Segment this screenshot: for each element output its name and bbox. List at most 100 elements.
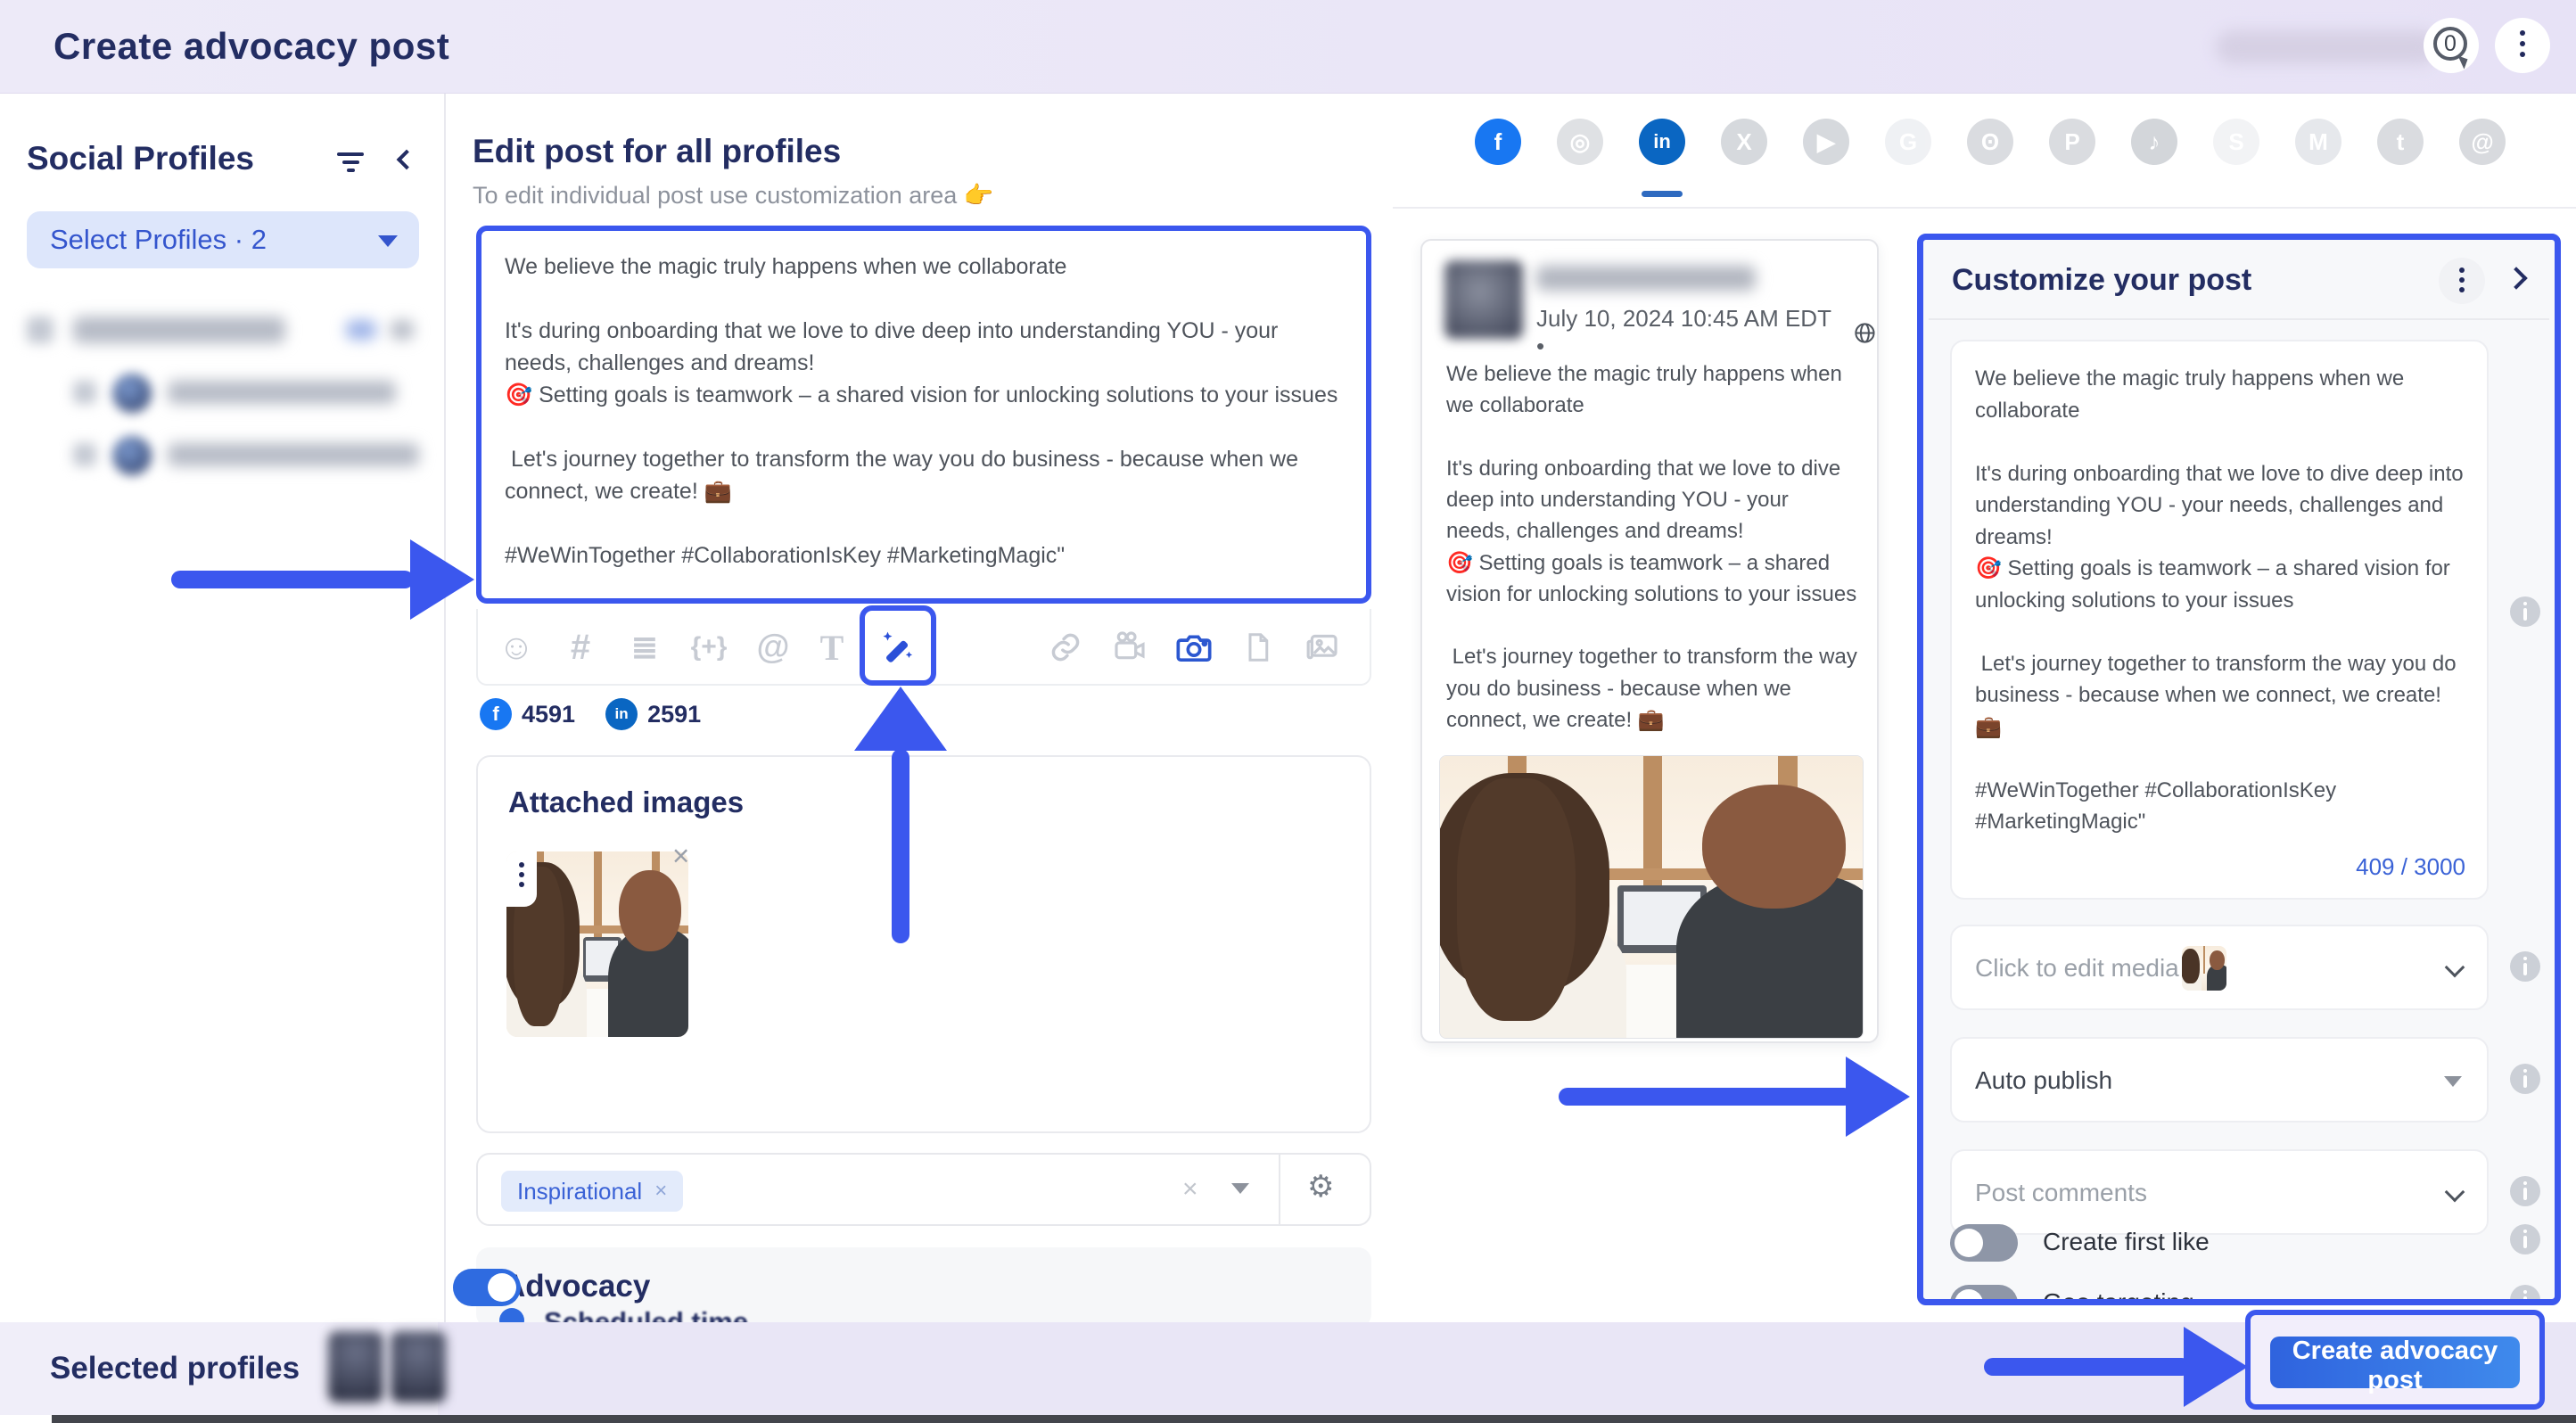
info-icon[interactable]: [2510, 596, 2540, 627]
editor-subtitle: To edit individual post use customizatio…: [473, 181, 993, 210]
active-tab-underline: [1642, 191, 1683, 197]
collapse-sidebar-icon[interactable]: [397, 150, 417, 170]
info-icon[interactable]: [2510, 1224, 2540, 1254]
editor-toolbar: ☺ # ≣ {+} @ T: [476, 609, 1371, 686]
tags-chevron-down-icon[interactable]: [1231, 1183, 1249, 1194]
divider: [1279, 1155, 1280, 1224]
mention-icon[interactable]: @: [747, 609, 799, 686]
geo-targeting-row: Geo targeting: [1950, 1285, 2489, 1305]
customize-menu-button[interactable]: [2439, 258, 2485, 304]
tag-settings-gear-icon[interactable]: ⚙: [1307, 1169, 1334, 1205]
clear-tags-icon[interactable]: ×: [1182, 1174, 1198, 1205]
facebook-char-count: f 4591: [480, 698, 575, 730]
link-icon[interactable]: [1040, 609, 1091, 686]
create-advocacy-post-page: Create advocacy post 0 Social Profiles S…: [0, 0, 2576, 1423]
network-facebook-icon[interactable]: f: [1475, 119, 1521, 165]
info-icon[interactable]: [2510, 951, 2540, 982]
network-linkedin-icon[interactable]: in: [1639, 119, 1685, 165]
emoji-icon[interactable]: ☺: [490, 609, 542, 686]
annotation-arrow-create-button: [1984, 1327, 2248, 1407]
chevron-down-icon: [378, 235, 398, 247]
remove-image-button[interactable]: ×: [672, 839, 689, 873]
create-first-like-row: Create first like: [1950, 1224, 2489, 1265]
advocacy-toggle[interactable]: [453, 1269, 521, 1306]
profile-row-blurred[interactable]: [0, 434, 446, 488]
chevron-down-icon: [2445, 958, 2465, 978]
linkedin-icon: in: [605, 698, 638, 730]
profile-name-blurred: [1536, 266, 1756, 291]
tag-chip-close-icon[interactable]: ×: [654, 1179, 667, 1204]
network-instagram-icon[interactable]: ◎: [1557, 119, 1603, 165]
info-icon[interactable]: [2510, 1285, 2540, 1305]
advocacy-label: Advocacy: [503, 1269, 650, 1304]
video-icon[interactable]: [1104, 609, 1156, 686]
tag-chip-inspirational[interactable]: Inspirational ×: [501, 1171, 683, 1212]
media-mini-thumbnail: [2182, 946, 2226, 991]
network-youtube-icon[interactable]: ▶: [1803, 119, 1849, 165]
media-library-icon[interactable]: [1296, 609, 1348, 686]
profile-row-blurred[interactable]: [0, 372, 446, 425]
profile-group-row-blurred[interactable]: [0, 309, 446, 363]
avatar-blurred: [1444, 260, 1523, 339]
create-button-highlight-box: Create advocacy post: [2245, 1310, 2545, 1410]
annotation-arrow-post-text: [171, 539, 474, 620]
auto-publish-label: Auto publish: [1975, 1066, 2112, 1095]
post-text-input[interactable]: We believe the magic truly happens when …: [476, 226, 1371, 604]
workspace-name-blurred: [2216, 30, 2439, 64]
facebook-icon: f: [480, 698, 512, 730]
network-tumblr-icon[interactable]: t: [2377, 119, 2424, 165]
divider: [1929, 318, 2549, 320]
notifications-button[interactable]: 0: [2424, 18, 2479, 73]
text-style-icon[interactable]: T: [806, 609, 858, 686]
collapse-panel-icon[interactable]: [2505, 267, 2527, 289]
camera-icon[interactable]: [1168, 609, 1220, 686]
snippet-icon[interactable]: ≣: [619, 609, 671, 686]
globe-icon: [1853, 321, 1877, 345]
network-tiktok-icon[interactable]: ♪: [2131, 119, 2177, 165]
linkedin-char-count: in 2591: [605, 698, 701, 730]
image-options-button[interactable]: [506, 851, 537, 907]
document-icon[interactable]: [1232, 609, 1284, 686]
create-first-like-toggle[interactable]: [1950, 1224, 2018, 1262]
network-snapchat-icon[interactable]: S: [2213, 119, 2259, 165]
annotation-arrow-customize-panel: [1559, 1057, 1910, 1137]
header-menu-button[interactable]: [2495, 18, 2550, 73]
magic-wand-icon: [877, 625, 918, 666]
linkedin-count-value: 2591: [647, 701, 701, 728]
info-icon[interactable]: [2510, 1176, 2540, 1206]
create-first-like-label: Create first like: [2043, 1228, 2210, 1256]
customize-post-text-input[interactable]: We believe the magic truly happens when …: [1950, 340, 2489, 900]
kebab-icon: [2520, 30, 2525, 36]
network-reddit-icon[interactable]: ʘ: [1967, 119, 2013, 165]
create-advocacy-post-button[interactable]: Create advocacy post: [2270, 1337, 2520, 1388]
caret-down-icon: [2444, 1076, 2462, 1087]
network-x-icon[interactable]: X: [1721, 119, 1767, 165]
tag-select-bar[interactable]: Inspirational × × ⚙: [476, 1153, 1371, 1226]
geo-targeting-toggle[interactable]: [1950, 1285, 2018, 1305]
app-header: Create advocacy post 0: [0, 0, 2576, 94]
edit-media-row[interactable]: Click to edit media: [1950, 925, 2489, 1010]
filter-icon[interactable]: [337, 152, 364, 172]
attached-images-title: Attached images: [508, 786, 744, 819]
network-medium-icon[interactable]: M: [2295, 119, 2341, 165]
post-comments-dropdown[interactable]: Post comments: [1950, 1149, 2489, 1235]
ai-assistant-button[interactable]: [860, 605, 936, 686]
annotation-arrow-ai-button: [854, 687, 947, 945]
info-icon[interactable]: [2510, 1064, 2540, 1094]
variable-icon[interactable]: {+}: [683, 609, 735, 686]
kebab-icon: [519, 862, 524, 868]
post-date: July 10, 2024 10:45 AM EDT •: [1536, 305, 1877, 360]
select-profiles-label: Select Profiles · 2: [50, 224, 267, 256]
network-google-business-icon[interactable]: G: [1885, 119, 1931, 165]
customize-title: Customize your post: [1952, 263, 2251, 298]
hashtag-icon[interactable]: #: [555, 609, 606, 686]
attached-image-thumbnail[interactable]: [506, 851, 688, 1037]
tag-chip-label: Inspirational: [517, 1178, 642, 1205]
auto-publish-dropdown[interactable]: Auto publish: [1950, 1037, 2489, 1123]
network-pinterest-icon[interactable]: P: [2049, 119, 2095, 165]
facebook-count-value: 4591: [522, 701, 575, 728]
chevron-down-icon: [2445, 1182, 2465, 1203]
bottom-scrollbar[interactable]: [52, 1415, 2576, 1423]
select-profiles-dropdown[interactable]: Select Profiles · 2: [27, 211, 419, 268]
network-threads-icon[interactable]: @: [2459, 119, 2506, 165]
